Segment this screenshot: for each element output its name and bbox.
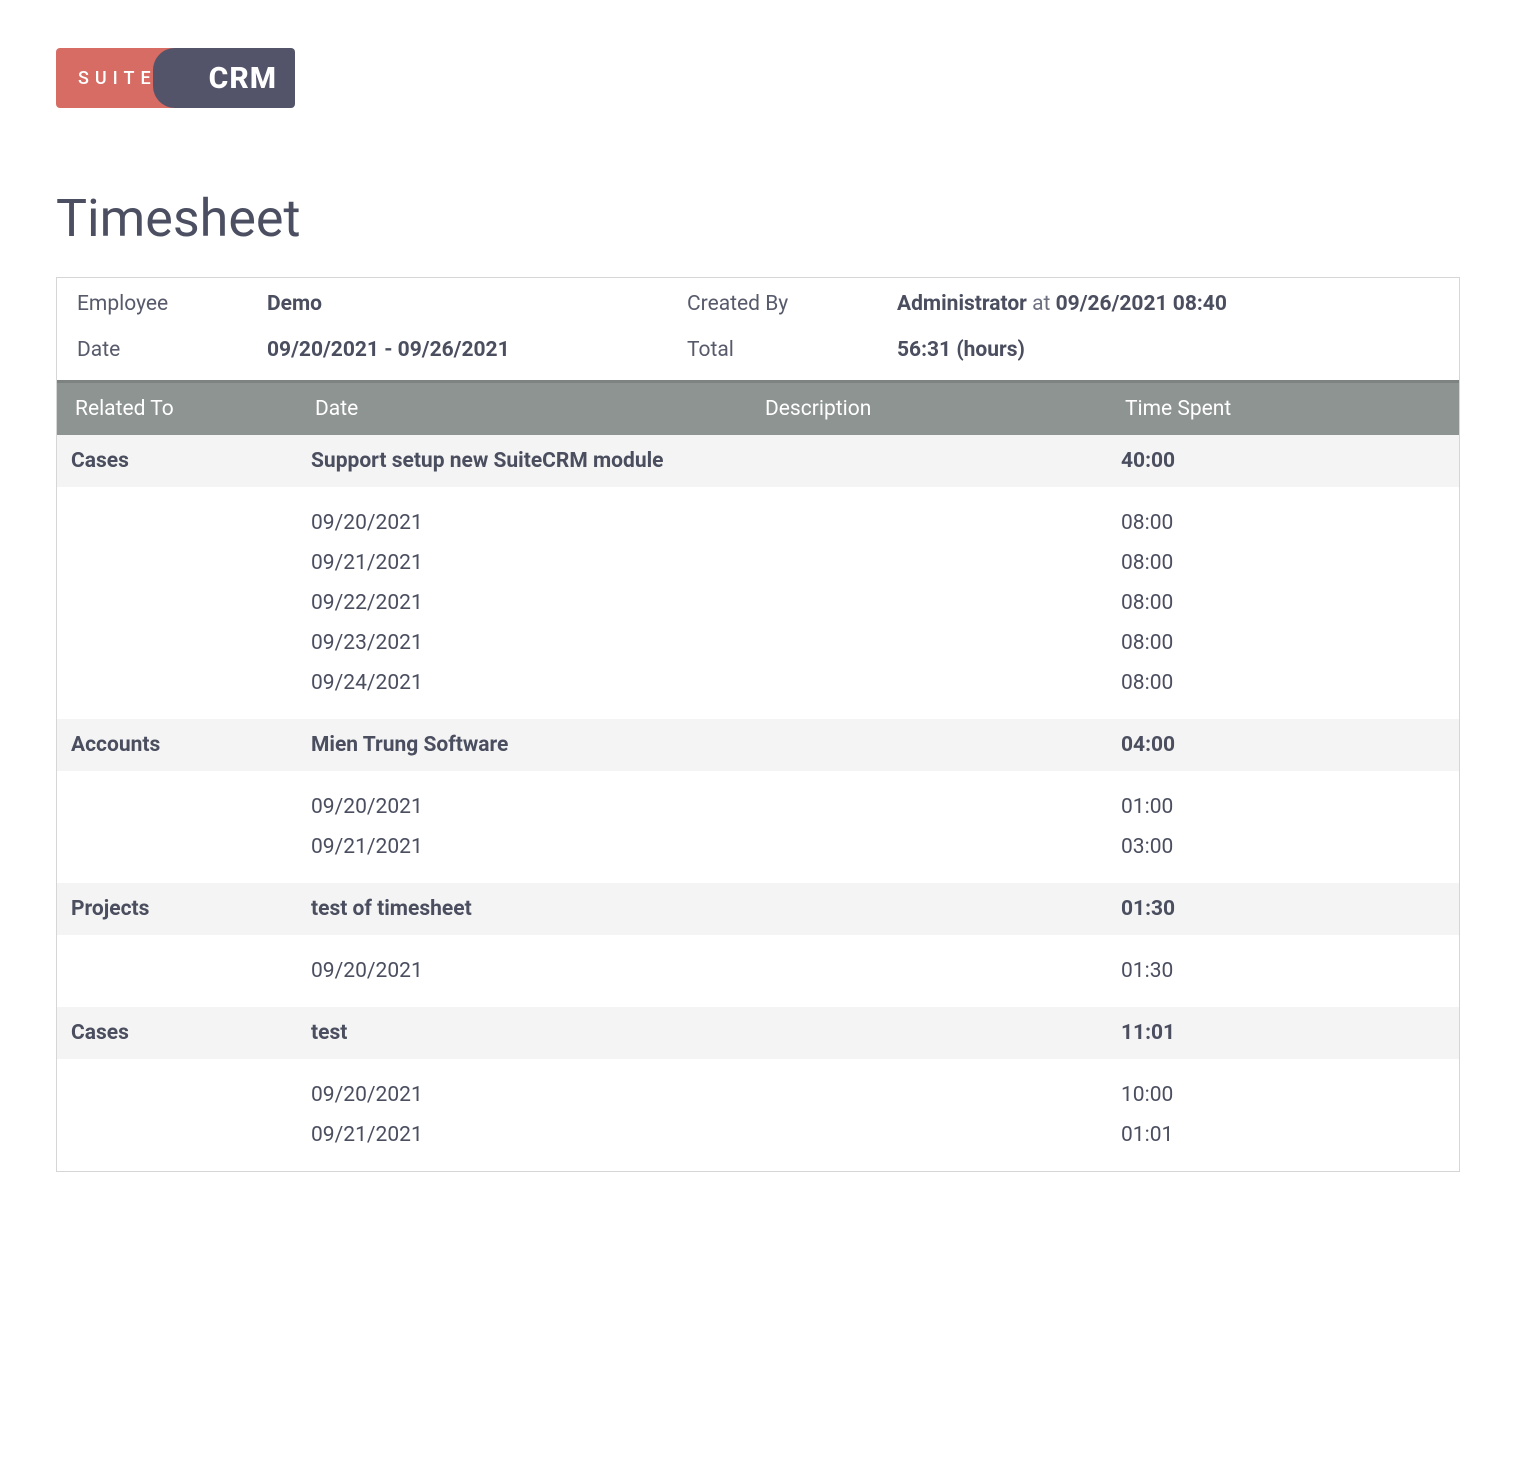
summary-row-1: Employee Demo Created By Administrator a… <box>57 278 1459 330</box>
entry-date: 09/21/2021 <box>311 835 761 859</box>
entry-time: 10:00 <box>1091 1083 1445 1107</box>
summary-panel: Employee Demo Created By Administrator a… <box>56 277 1460 380</box>
entry-description-blank <box>761 1083 1091 1107</box>
column-header-description: Description <box>765 397 1095 421</box>
entry-related-blank <box>71 551 311 575</box>
table-body: CasesSupport setup new SuiteCRM module40… <box>57 435 1459 1171</box>
entry-date: 09/22/2021 <box>311 591 761 615</box>
created-by-label: Created By <box>687 292 897 316</box>
app-logo: SUITE CRM <box>56 48 295 108</box>
created-by-name: Administrator <box>897 292 1027 316</box>
entry-related-blank <box>71 631 311 655</box>
entry-time: 01:00 <box>1091 795 1445 819</box>
entry-related-blank <box>71 511 311 535</box>
entry-time: 08:00 <box>1091 671 1445 695</box>
page-title: Timesheet <box>56 188 1460 249</box>
group-row: CasesSupport setup new SuiteCRM module40… <box>57 435 1459 487</box>
entries-block: 09/20/2021 01:30 <box>57 935 1459 1007</box>
created-by-at: at <box>1027 292 1056 316</box>
entry-time: 08:00 <box>1091 551 1445 575</box>
group-total: 40:00 <box>1091 449 1445 473</box>
entry-time: 01:01 <box>1091 1123 1445 1147</box>
table-row: 09/20/2021 08:00 <box>57 495 1459 543</box>
entry-description-blank <box>761 795 1091 819</box>
table-row: 09/21/2021 01:01 <box>57 1115 1459 1163</box>
entry-related-blank <box>71 795 311 819</box>
group-related-to: Projects <box>71 897 311 921</box>
entry-description-blank <box>761 1123 1091 1147</box>
timesheet-table: Related To Date Description Time Spent C… <box>56 380 1460 1172</box>
total-label: Total <box>687 338 897 362</box>
entries-block: 09/20/2021 01:00 09/21/2021 03:00 <box>57 771 1459 883</box>
entry-date: 09/20/2021 <box>311 511 761 535</box>
table-row: 09/22/2021 08:00 <box>57 583 1459 623</box>
entry-date: 09/20/2021 <box>311 959 761 983</box>
created-by-datetime: 09/26/2021 08:40 <box>1056 292 1227 316</box>
employee-label: Employee <box>77 292 267 316</box>
table-row: 09/21/2021 03:00 <box>57 827 1459 875</box>
entry-time: 08:00 <box>1091 511 1445 535</box>
group-row: Projectstest of timesheet01:30 <box>57 883 1459 935</box>
date-label: Date <box>77 338 267 362</box>
group-row: Casestest11:01 <box>57 1007 1459 1059</box>
entry-description-blank <box>761 671 1091 695</box>
entry-related-blank <box>71 959 311 983</box>
entry-description-blank <box>761 511 1091 535</box>
group-related-to: Cases <box>71 449 311 473</box>
group-related-to: Accounts <box>71 733 311 757</box>
column-header-time-spent: Time Spent <box>1095 397 1441 421</box>
table-row: 09/20/2021 01:00 <box>57 779 1459 827</box>
group-total: 01:30 <box>1091 897 1445 921</box>
entry-date: 09/20/2021 <box>311 1083 761 1107</box>
table-row: 09/21/2021 08:00 <box>57 543 1459 583</box>
entries-block: 09/20/202108:0009/21/202108:0009/22/2021… <box>57 487 1459 719</box>
summary-row-2: Date 09/20/2021 - 09/26/2021 Total 56:31… <box>57 330 1459 380</box>
employee-value: Demo <box>267 292 687 316</box>
column-header-date: Date <box>315 397 765 421</box>
logo-text-crm: CRM <box>175 48 295 108</box>
group-related-to: Cases <box>71 1021 311 1045</box>
column-header-related-to: Related To <box>75 397 315 421</box>
entry-date: 09/21/2021 <box>311 551 761 575</box>
entry-time: 01:30 <box>1091 959 1445 983</box>
group-row: AccountsMien Trung Software04:00 <box>57 719 1459 771</box>
entry-description-blank <box>761 959 1091 983</box>
entry-description-blank <box>761 835 1091 859</box>
entry-date: 09/21/2021 <box>311 1123 761 1147</box>
entry-description-blank <box>761 631 1091 655</box>
entry-date: 09/20/2021 <box>311 795 761 819</box>
table-header: Related To Date Description Time Spent <box>57 380 1459 435</box>
entry-description-blank <box>761 551 1091 575</box>
table-row: 09/24/2021 08:00 <box>57 663 1459 711</box>
entry-time: 08:00 <box>1091 591 1445 615</box>
entry-related-blank <box>71 671 311 695</box>
entry-description-blank <box>761 591 1091 615</box>
total-value: 56:31 (hours) <box>897 338 1439 362</box>
group-description: Support setup new SuiteCRM module <box>311 449 1091 473</box>
table-row: 09/20/2021 10:00 <box>57 1067 1459 1115</box>
group-total: 11:01 <box>1091 1021 1445 1045</box>
entry-related-blank <box>71 1123 311 1147</box>
entry-related-blank <box>71 835 311 859</box>
entry-related-blank <box>71 591 311 615</box>
entry-time: 08:00 <box>1091 631 1445 655</box>
created-by-value: Administrator at 09/26/2021 08:40 <box>897 292 1439 316</box>
group-description: Mien Trung Software <box>311 733 1091 757</box>
entry-date: 09/23/2021 <box>311 631 761 655</box>
entry-time: 03:00 <box>1091 835 1445 859</box>
group-description: test of timesheet <box>311 897 1091 921</box>
table-row: 09/20/2021 01:30 <box>57 943 1459 999</box>
table-row: 09/23/2021 08:00 <box>57 623 1459 663</box>
group-description: test <box>311 1021 1091 1045</box>
entry-related-blank <box>71 1083 311 1107</box>
date-value: 09/20/2021 - 09/26/2021 <box>267 338 687 362</box>
entry-date: 09/24/2021 <box>311 671 761 695</box>
entries-block: 09/20/2021 10:00 09/21/2021 01:01 <box>57 1059 1459 1171</box>
group-total: 04:00 <box>1091 733 1445 757</box>
